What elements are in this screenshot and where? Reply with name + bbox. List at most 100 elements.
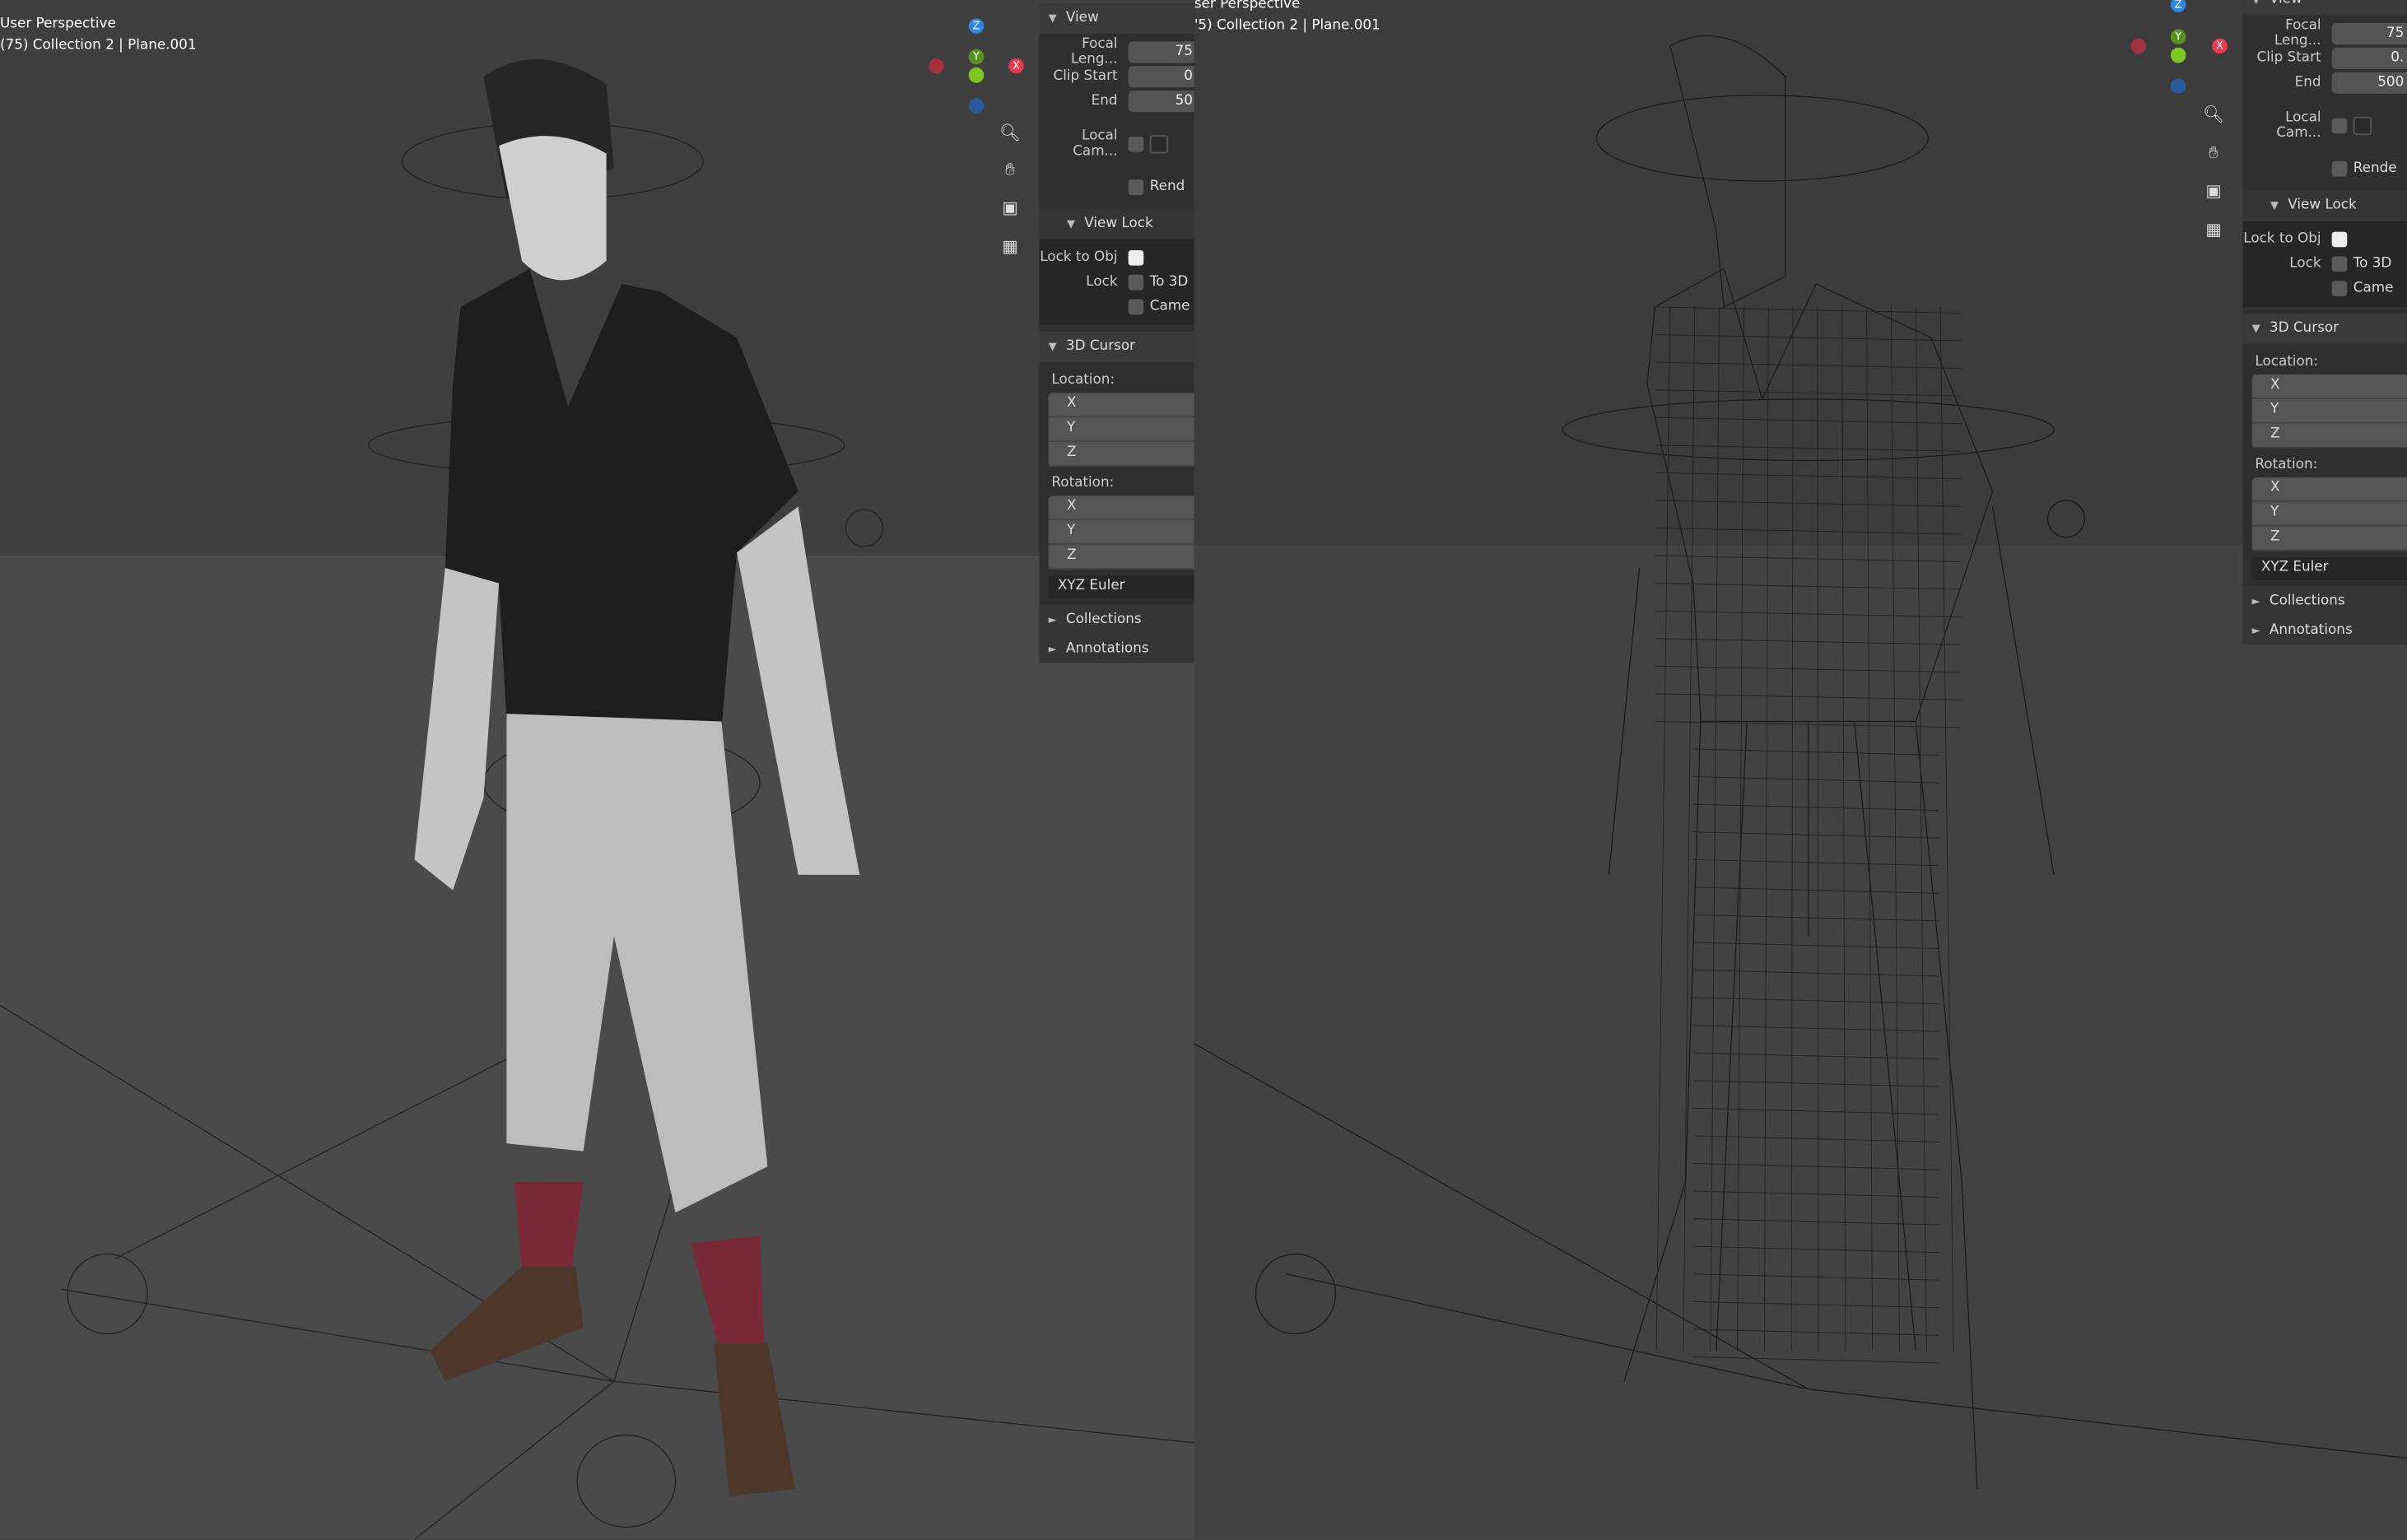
rotation-label: Rotation: [1051, 476, 1115, 491]
gizmo-neg-y[interactable] [2170, 47, 2186, 63]
lock-to-3d-cursor-checkbox[interactable] [1128, 274, 1144, 291]
location-fields[interactable]: XYZ [1048, 393, 1194, 467]
annotations-title: Annotations [1065, 640, 1149, 657]
rotation-z-field[interactable]: Z [1048, 545, 1194, 570]
clip-start-label: Clip Start [1053, 68, 1118, 85]
rotation-fields[interactable]: XYZ [2251, 477, 2407, 551]
clip-end-field[interactable]: 500 [2331, 72, 2407, 94]
camera-icon[interactable]: ▣ [996, 195, 1024, 223]
rotation-y-field[interactable]: Y [2251, 502, 2407, 527]
lock-camera-checkbox[interactable] [1128, 299, 1144, 315]
rotation-fields[interactable]: XYZ [1048, 495, 1194, 570]
annotations-section-header[interactable]: ► Annotations [2242, 615, 2407, 645]
lock-to-object-label: Lock to Obj [2243, 231, 2321, 248]
location-z-field[interactable]: Z [2251, 424, 2407, 449]
focal-length-label: Focal Leng... [2274, 18, 2321, 49]
zoom-icon[interactable]: 🔍︎ [2200, 101, 2228, 129]
local-camera-label: Local Cam... [1073, 128, 1118, 160]
location-fields[interactable]: XYZ [2251, 375, 2407, 449]
3d-cursor-section-header[interactable]: ▼ 3D Cursor [2242, 313, 2407, 344]
annotations-title: Annotations [2269, 622, 2353, 638]
clip-end-label: End [2294, 75, 2321, 91]
gizmo-neg-z[interactable] [2170, 78, 2186, 94]
rotation-mode-dropdown[interactable]: XYZ Euler [2251, 556, 2407, 580]
clip-end-field[interactable]: 50 [1128, 91, 1194, 113]
lock-object-picker[interactable] [2331, 231, 2348, 248]
pants [506, 714, 768, 1213]
character-model-solid[interactable] [0, 0, 1194, 1540]
render-region-checkbox[interactable] [1128, 179, 1144, 195]
location-y-field[interactable]: Y [1048, 417, 1194, 443]
to-3d-cursor-label: To 3D [1149, 274, 1189, 291]
render-region-label: Rend [1149, 179, 1185, 195]
hand-pan-icon[interactable]: ✋︎ [996, 156, 1024, 184]
view-lock-header[interactable]: View Lock [2288, 198, 2356, 214]
location-y-field[interactable]: Y [2251, 399, 2407, 424]
collapse-triangle-icon: ▼ [1048, 12, 1057, 25]
lock-camera-checkbox[interactable] [2331, 281, 2348, 296]
gizmo-neg-x[interactable] [2130, 38, 2146, 54]
lock-camera-label: Came [2353, 281, 2394, 296]
sidebar-panel: ▼ View Focal Leng... 75 Clip Start 0. End 50… [2242, 0, 2407, 645]
collections-title: Collections [2269, 593, 2345, 609]
gizmo-y-axis[interactable]: Y [968, 49, 985, 65]
camera-object-picker[interactable] [1149, 135, 1169, 154]
to-3d-cursor-label: To 3D [2353, 256, 2392, 272]
viewport-wireframe[interactable]: ser Perspective '5) Collection 2 | Plane… [1194, 0, 2407, 1540]
render-region-checkbox[interactable] [2331, 161, 2348, 177]
local-camera-checkbox[interactable] [2331, 118, 2348, 134]
lock-label: Lock [2289, 256, 2321, 272]
rotation-y-field[interactable]: Y [1048, 520, 1194, 546]
gizmo-neg-z[interactable] [968, 98, 985, 114]
gizmo-x-axis[interactable]: X [2212, 38, 2228, 54]
gizmo-neg-x[interactable] [929, 58, 944, 74]
collections-title: Collections [1065, 612, 1142, 627]
clip-start-field[interactable]: 0. [2331, 47, 2407, 69]
gizmo-neg-y[interactable] [968, 67, 985, 83]
view-title: View [1065, 11, 1099, 26]
focal-length-field[interactable]: 75 [2331, 22, 2407, 45]
clip-start-field[interactable]: 0 [1128, 66, 1194, 88]
location-label: Location: [1051, 373, 1115, 388]
view-lock-header[interactable]: View Lock [1084, 216, 1152, 232]
3d-cursor-section-header[interactable]: ▼ 3D Cursor [1039, 331, 1194, 363]
rotation-z-field[interactable]: Z [2251, 527, 2407, 551]
collections-section-header[interactable]: ► Collections [2242, 586, 2407, 616]
render-region-label: Rende [2353, 161, 2397, 177]
view-title: View [2269, 0, 2302, 8]
lock-to-object-label: Lock to Obj [1040, 249, 1118, 266]
lock-label: Lock [1086, 274, 1118, 291]
lock-camera-label: Came [1149, 299, 1190, 315]
rotation-mode-dropdown[interactable]: XYZ Euler [1048, 575, 1194, 599]
lock-object-picker[interactable] [1128, 249, 1144, 266]
location-x-field[interactable]: X [1048, 393, 1194, 418]
location-label: Location: [2255, 354, 2319, 370]
local-camera-label: Local Cam... [2276, 110, 2321, 142]
gizmo-z-axis[interactable]: Z [968, 18, 985, 35]
grid-perspective-icon[interactable]: ▦ [996, 233, 1024, 261]
annotations-section-header[interactable]: ► Annotations [1039, 634, 1194, 663]
view-section-header[interactable]: ▼ View [1039, 2, 1194, 35]
location-z-field[interactable]: Z [1048, 442, 1194, 467]
gizmo-x-axis[interactable]: X [1008, 58, 1024, 74]
rotation-x-field[interactable]: X [2251, 477, 2407, 502]
grid-perspective-icon[interactable]: ▦ [2200, 216, 2228, 244]
focal-length-field[interactable]: 75 [1128, 41, 1194, 63]
wireframe-mesh [1655, 306, 1962, 1364]
3d-cursor-title: 3D Cursor [2269, 320, 2339, 337]
collections-section-header[interactable]: ► Collections [1039, 604, 1194, 635]
clip-start-label: Clip Start [2256, 50, 2321, 67]
viewport-solid[interactable]: User Perspective (75) Collection 2 | Pla… [0, 0, 1194, 1540]
camera-object-picker[interactable] [2353, 116, 2372, 136]
camera-icon[interactable]: ▣ [2200, 178, 2228, 206]
focal-length-label: Focal Leng... [1070, 36, 1118, 68]
hand-pan-icon[interactable]: ✋︎ [2200, 140, 2228, 168]
clip-end-label: End [1091, 93, 1118, 109]
view-section-header[interactable]: ▼ View [2242, 0, 2407, 16]
local-camera-checkbox[interactable] [1128, 136, 1144, 152]
gizmo-y-axis[interactable]: Y [2170, 29, 2186, 45]
zoom-icon[interactable]: 🔍︎ [996, 119, 1024, 147]
lock-to-3d-cursor-checkbox[interactable] [2331, 256, 2348, 272]
rotation-x-field[interactable]: X [1048, 495, 1194, 521]
location-x-field[interactable]: X [2251, 375, 2407, 399]
